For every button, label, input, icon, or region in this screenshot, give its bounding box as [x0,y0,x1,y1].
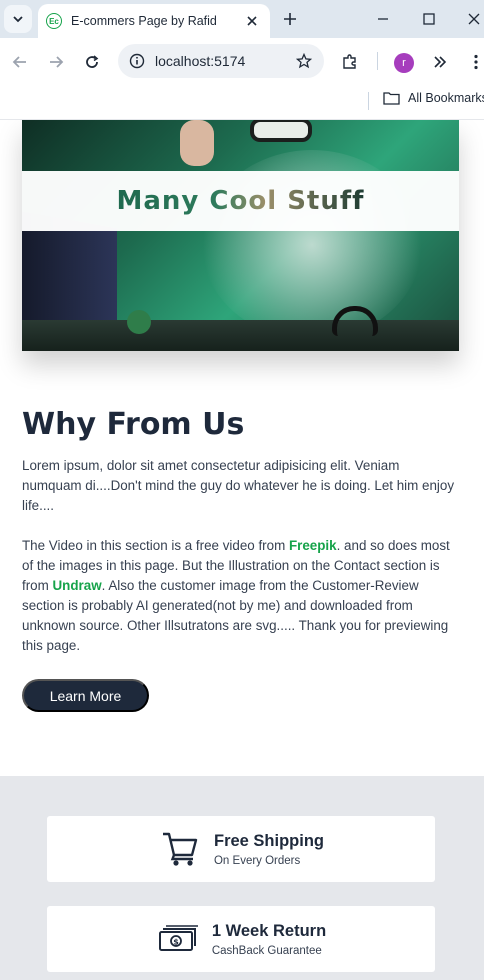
profile-avatar[interactable]: r [394,53,414,73]
shopping-cart-icon [158,827,202,871]
svg-text:$: $ [173,938,179,947]
browser-menu-button[interactable] [464,50,484,74]
bookmark-star-icon[interactable] [294,51,314,71]
close-icon [468,13,480,25]
hero-plant [127,310,151,334]
tab-title: E-commers Page by Rafid [71,14,217,28]
reload-button[interactable] [80,50,104,74]
chevron-down-icon [13,16,23,23]
bookmarks-bar: All Bookmarks [0,86,484,120]
feature-title: Free Shipping [213,831,324,850]
why-section-title: Why From Us [22,407,245,442]
feature-subtitle: On Every Orders [213,854,301,867]
minimize-button[interactable] [372,8,394,30]
feature-card-free-shipping: Free Shipping On Every Orders [47,816,435,882]
toolbar-divider [377,52,378,70]
feature-subtitle: CashBack Guarantee [211,944,322,957]
undraw-link[interactable]: Undraw [53,578,102,593]
hero-hand [180,120,214,166]
feature-title: 1 Week Return [211,921,327,940]
maximize-icon [423,13,435,25]
why-paragraph-2: The Video in this section is a free vide… [22,536,460,656]
feature-text: Free Shipping On Every Orders [214,832,324,867]
close-icon [247,16,257,26]
browser-tabstrip: Ec E-commers Page by Rafid [0,0,484,38]
new-tab-button[interactable] [280,9,300,29]
learn-more-button[interactable]: Learn More [22,679,149,712]
plus-icon [284,13,296,25]
hero-title: Many Cool Stuff [116,186,365,216]
freepik-link[interactable]: Freepik [289,538,337,553]
kebab-menu-icon [474,54,478,70]
extensions-button[interactable] [338,50,362,74]
address-bar[interactable]: localhost:5174 [118,44,324,78]
arrow-left-icon [12,56,26,68]
site-info-icon[interactable] [128,52,146,70]
bookmarks-divider [368,92,369,110]
forward-button[interactable] [44,50,68,74]
reload-icon [86,55,99,68]
credits-text-1: The Video in this section is a free vide… [22,538,289,553]
hero-vr-headset [250,120,312,142]
maximize-button[interactable] [418,8,440,30]
tab-search-button[interactable] [4,5,32,33]
more-tools-button[interactable] [428,50,452,74]
feature-card-week-return: $ 1 Week Return CashBack Guarantee [47,906,435,972]
back-button[interactable] [8,50,32,74]
hero-banner: Many Cool Stuff [22,120,459,351]
tab-favicon: Ec [46,13,62,29]
why-paragraph-1: Lorem ipsum, dolor sit amet consectetur … [22,458,455,513]
url-text[interactable]: localhost:5174 [155,53,294,69]
active-tab[interactable]: Ec E-commers Page by Rafid [38,4,270,38]
feature-text: 1 Week Return CashBack Guarantee [212,922,326,957]
window-close-button[interactable] [463,8,484,30]
folder-icon [383,92,400,105]
all-bookmarks-label: All Bookmarks [408,91,484,105]
tab-close-button[interactable] [242,11,262,31]
double-chevron-right-icon [434,56,447,68]
puzzle-icon [343,54,356,69]
hero-desk [22,320,459,351]
cash-stack-icon: $ [156,917,200,961]
all-bookmarks-button[interactable]: All Bookmarks [383,91,484,105]
arrow-right-icon [50,56,64,68]
hero-title-band: Many Cool Stuff [22,171,459,231]
minimize-icon [378,18,388,20]
features-section: Free Shipping On Every Orders $ 1 Week R… [0,776,484,980]
page-viewport: Many Cool Stuff Why From Us Lorem ipsum,… [0,120,484,980]
